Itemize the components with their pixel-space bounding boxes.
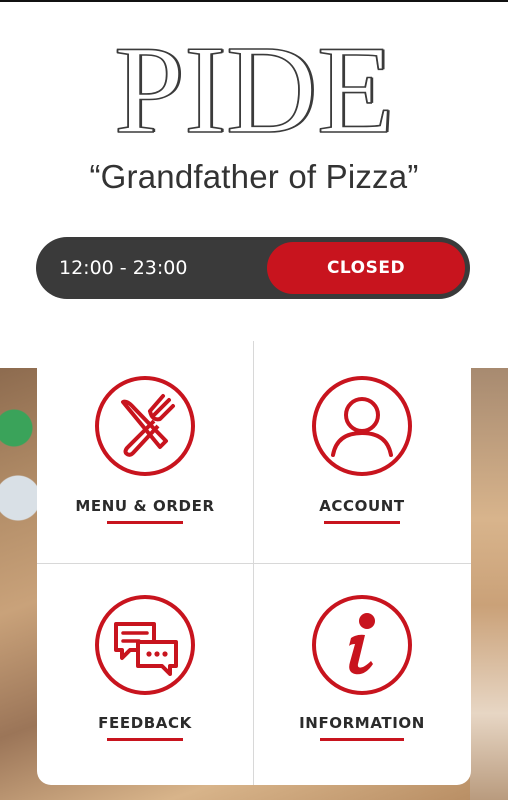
brand-tagline: “Grandfather of Pizza” bbox=[89, 158, 419, 195]
chat-bubbles-icon bbox=[94, 594, 196, 696]
account-label: ACCOUNT bbox=[319, 497, 405, 515]
cutlery-icon bbox=[94, 375, 196, 477]
account-underline bbox=[324, 521, 400, 524]
opening-hours-text: 12:00 - 23:00 bbox=[59, 257, 188, 279]
feedback-label: FEEDBACK bbox=[98, 714, 192, 732]
information-underline bbox=[320, 738, 404, 741]
background-photo-right bbox=[470, 368, 508, 800]
information-label: INFORMATION bbox=[299, 714, 425, 732]
menu-order-underline bbox=[107, 521, 183, 524]
opening-hours-bar: 12:00 - 23:00 CLOSED bbox=[36, 237, 470, 299]
menu-order-label: MENU & ORDER bbox=[75, 497, 215, 515]
feedback-underline bbox=[107, 738, 183, 741]
brand-logo-title: PIDE bbox=[113, 21, 395, 160]
info-icon bbox=[311, 594, 413, 696]
account-tile[interactable]: ACCOUNT bbox=[254, 341, 470, 563]
menu-order-tile[interactable]: MENU & ORDER bbox=[37, 341, 253, 563]
main-menu-grid: MENU & ORDER ACCOUNT FEEDBACK INFORMATIO… bbox=[37, 341, 471, 785]
feedback-tile[interactable]: FEEDBACK bbox=[37, 564, 253, 786]
user-icon bbox=[311, 375, 413, 477]
top-border bbox=[0, 0, 508, 2]
information-tile[interactable]: INFORMATION bbox=[254, 564, 470, 786]
status-badge: CLOSED bbox=[267, 242, 465, 294]
